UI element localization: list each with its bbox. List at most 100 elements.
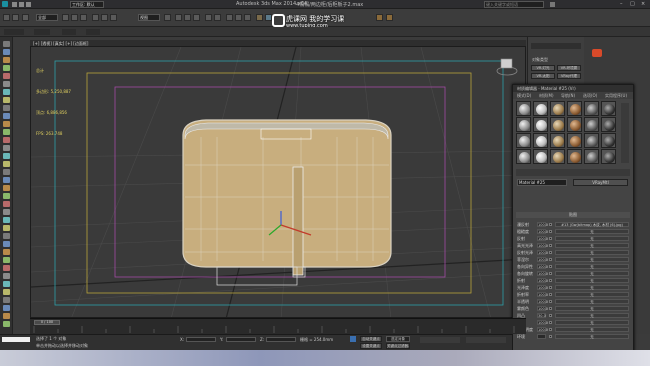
map-slot-button[interactable]: 无 — [555, 250, 629, 255]
left-tool-icon[interactable] — [3, 265, 10, 271]
material-slot[interactable] — [567, 101, 582, 116]
left-tool-icon[interactable] — [3, 185, 10, 191]
close-icon[interactable]: × — [641, 1, 645, 7]
map-slot-button[interactable]: 无 — [555, 306, 629, 311]
left-tool-icon[interactable] — [3, 121, 10, 127]
vray-light-button[interactable]: VR-灯光 — [531, 65, 555, 71]
left-tool-icon[interactable] — [3, 41, 10, 47]
map-enable-checkbox[interactable] — [549, 223, 552, 226]
material-slot[interactable] — [584, 149, 599, 164]
map-slot-button[interactable]: 无 — [555, 320, 629, 325]
material-slot[interactable] — [601, 149, 616, 164]
map-amount-spinner[interactable]: 100.0 — [537, 250, 548, 255]
snap-icon[interactable] — [175, 14, 182, 21]
map-slot-button[interactable]: 无 — [555, 285, 629, 290]
map-enable-checkbox[interactable] — [549, 307, 552, 310]
left-tool-icon[interactable] — [3, 169, 10, 175]
save-file-icon[interactable] — [26, 2, 31, 7]
map-enable-checkbox[interactable] — [549, 293, 552, 296]
vray-sun-button[interactable]: VR-太阳 — [531, 73, 555, 79]
material-slot[interactable] — [516, 101, 531, 116]
material-slot[interactable] — [533, 133, 548, 148]
menu-options[interactable]: 选项(O) — [583, 92, 597, 99]
left-tool-icon[interactable] — [3, 257, 10, 263]
left-tool-icon[interactable] — [3, 113, 10, 119]
material-slot[interactable] — [567, 133, 582, 148]
reference-coordinate-dropdown[interactable]: 视图 — [138, 14, 160, 21]
material-slot[interactable] — [601, 133, 616, 148]
auto-key-button[interactable]: 自动关键点 — [360, 336, 382, 342]
left-tool-icon[interactable] — [3, 57, 10, 63]
minimize-icon[interactable]: – — [620, 1, 623, 7]
map-amount-spinner[interactable]: 100.0 — [537, 243, 548, 248]
map-amount-spinner[interactable]: 100.0 — [537, 222, 548, 227]
map-slot-button[interactable]: 无 — [555, 236, 629, 241]
map-enable-checkbox[interactable] — [549, 314, 552, 317]
link-icon[interactable] — [22, 14, 29, 21]
material-toolbar[interactable] — [516, 169, 630, 176]
left-tool-icon[interactable] — [3, 89, 10, 95]
map-amount-spinner[interactable]: 100.0 — [537, 327, 548, 332]
key-filters-button[interactable]: 关键点过滤器... — [386, 343, 410, 349]
map-amount-spinner[interactable]: 30.0 — [537, 313, 546, 318]
time-slider[interactable]: 0 / 100 — [34, 320, 60, 325]
left-tool-icon[interactable] — [3, 153, 10, 159]
ribbon-tab-freeform[interactable] — [34, 29, 50, 35]
align-icon[interactable] — [214, 14, 221, 21]
map-amount-spinner[interactable]: 100.0 — [537, 271, 548, 276]
left-tool-icon[interactable] — [3, 313, 10, 319]
coord-y-field[interactable] — [226, 337, 256, 342]
move-icon[interactable] — [92, 14, 99, 21]
perspective-viewport[interactable]: 总计 多边形: 5,250,887 顶点: 6,886,856 FPS: 263… — [30, 46, 526, 318]
map-amount-spinner[interactable]: 100.0 — [537, 257, 548, 262]
left-tool-icon[interactable] — [3, 209, 10, 215]
left-tool-icon[interactable] — [3, 105, 10, 111]
left-tool-icon[interactable] — [3, 97, 10, 103]
map-enable-checkbox[interactable] — [549, 265, 552, 268]
map-enable-checkbox[interactable] — [549, 258, 552, 261]
map-slot-button[interactable]: 无 — [555, 264, 629, 269]
map-slot-button[interactable]: 无 — [555, 243, 629, 248]
left-tool-icon[interactable] — [3, 129, 10, 135]
map-enable-checkbox[interactable] — [549, 335, 552, 338]
map-slot-button[interactable]: 无 — [555, 334, 629, 339]
material-slot[interactable] — [550, 149, 565, 164]
left-tool-icon[interactable] — [3, 233, 10, 239]
material-slot[interactable] — [550, 101, 565, 116]
render-production-icon[interactable] — [386, 14, 393, 21]
left-tool-icon[interactable] — [3, 321, 10, 327]
material-slot[interactable] — [550, 133, 565, 148]
ribbon-tab-graphite[interactable] — [4, 29, 24, 35]
map-slot-button[interactable]: 无 — [555, 229, 629, 234]
select-by-name-icon[interactable] — [71, 14, 78, 21]
left-tool-icon[interactable] — [3, 73, 10, 79]
cabinet-model[interactable] — [182, 119, 392, 286]
material-slot[interactable] — [584, 133, 599, 148]
map-enable-checkbox[interactable] — [549, 286, 552, 289]
maxscript-listener[interactable] — [2, 337, 30, 342]
left-tool-icon[interactable] — [3, 145, 10, 151]
maps-rollout-header[interactable]: 贴图 — [516, 212, 630, 218]
map-slot-button[interactable]: #13 (Gw(bitmap) 木纹, 木材 (6).jpg) — [555, 222, 629, 227]
angle-snap-icon[interactable] — [184, 14, 191, 21]
map-enable-checkbox[interactable] — [549, 272, 552, 275]
map-amount-spinner[interactable]: 100.0 — [537, 278, 548, 283]
help-search-input[interactable]: 键入关键字或短语 — [484, 1, 544, 8]
coord-z-field[interactable] — [266, 337, 296, 342]
schematic-view-icon[interactable] — [244, 14, 251, 21]
map-enable-checkbox[interactable] — [549, 251, 552, 254]
material-slot[interactable] — [533, 101, 548, 116]
material-slot[interactable] — [516, 149, 531, 164]
material-slot[interactable] — [567, 149, 582, 164]
rectangle-selection-icon[interactable] — [80, 14, 87, 21]
map-slot-button[interactable]: 无 — [555, 257, 629, 262]
map-amount-spinner[interactable]: 100.0 — [537, 285, 548, 290]
left-tool-icon[interactable] — [3, 249, 10, 255]
left-tool-icon[interactable] — [3, 81, 10, 87]
select-object-icon[interactable] — [62, 14, 69, 21]
set-key-button[interactable]: 设置关键点 — [360, 343, 382, 349]
map-amount-spinner[interactable]: 100.0 — [537, 264, 548, 269]
map-slot-button[interactable]: 无 — [555, 292, 629, 297]
search-icon[interactable] — [550, 2, 555, 7]
rotate-icon[interactable] — [101, 14, 108, 21]
